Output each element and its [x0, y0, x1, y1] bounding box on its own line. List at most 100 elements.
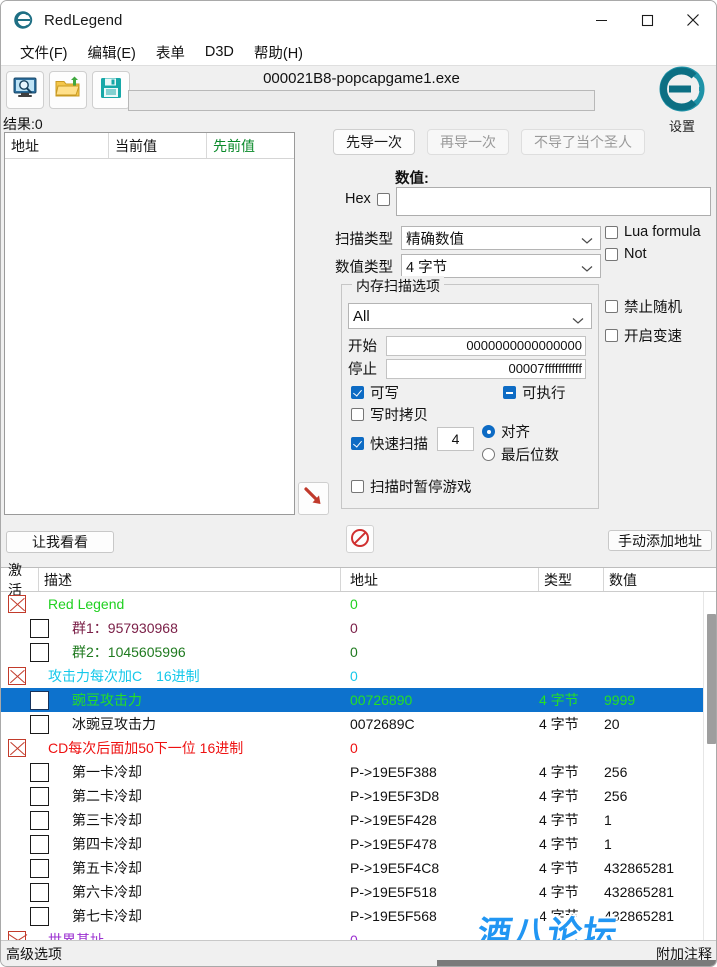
- window-controls: [578, 1, 716, 39]
- row-active-cell[interactable]: [1, 858, 49, 878]
- no-random-option[interactable]: 禁止随机: [605, 296, 682, 317]
- menu-d3d[interactable]: D3D: [195, 42, 244, 62]
- lua-formula-option[interactable]: Lua formula: [605, 224, 701, 240]
- col-active[interactable]: 激活: [1, 562, 39, 598]
- results-col-previous[interactable]: 先前值: [207, 133, 294, 158]
- settings-button[interactable]: 设置: [652, 66, 712, 135]
- executable-option[interactable]: 可执行: [503, 382, 566, 403]
- row-description: CD每次后面加50下一位 16进制: [48, 740, 244, 756]
- table-row[interactable]: 第五卡冷却 P->19E5F4C8 4 字节 432865281: [1, 856, 716, 880]
- group-collapse-icon[interactable]: [8, 595, 26, 613]
- copy-on-write-option[interactable]: 写时拷贝: [351, 404, 428, 425]
- executable-checkbox[interactable]: [503, 386, 516, 399]
- speedhack-checkbox[interactable]: [605, 329, 618, 342]
- row-active-cell[interactable]: [1, 739, 39, 757]
- table-row[interactable]: 群2：1045605996 0: [1, 640, 716, 664]
- row-active-cell[interactable]: [1, 786, 49, 806]
- scan-value-input[interactable]: [396, 187, 711, 216]
- writable-checkbox[interactable]: [351, 386, 364, 399]
- start-address-input[interactable]: 0000000000000000: [386, 335, 586, 356]
- results-col-address[interactable]: 地址: [5, 133, 109, 158]
- menu-edit[interactable]: 编辑(E): [78, 40, 146, 65]
- group-collapse-icon[interactable]: [8, 739, 26, 757]
- not-checkbox[interactable]: [605, 247, 618, 261]
- open-file-button[interactable]: [49, 70, 87, 109]
- manual-add-address-button[interactable]: 手动添加地址: [608, 530, 712, 551]
- alignment-option[interactable]: 对齐: [482, 421, 530, 442]
- let-me-look-button[interactable]: 让我看看: [6, 531, 114, 553]
- row-address: P->19E5F428: [350, 812, 437, 828]
- fast-scan-value-input[interactable]: 4: [437, 427, 474, 451]
- row-active-cell[interactable]: [1, 690, 49, 710]
- scrollbar-thumb[interactable]: [707, 614, 716, 744]
- first-scan-button[interactable]: 先导一次: [333, 129, 415, 155]
- table-row[interactable]: 第一卡冷却 P->19E5F388 4 字节 256: [1, 760, 716, 784]
- row-active-cell[interactable]: [1, 618, 49, 638]
- table-row[interactable]: 豌豆攻击力 00726890 4 字节 9999: [1, 688, 716, 712]
- menu-table[interactable]: 表单: [146, 40, 195, 65]
- maximize-button[interactable]: [624, 1, 670, 39]
- table-row[interactable]: 冰豌豆攻击力 0072689C 4 字节 20: [1, 712, 716, 736]
- hex-option[interactable]: Hex: [345, 191, 390, 207]
- not-option[interactable]: Not: [605, 246, 701, 262]
- col-description[interactable]: 描述: [39, 568, 341, 591]
- table-row[interactable]: 第四卡冷却 P->19E5F478 4 字节 1: [1, 832, 716, 856]
- table-row[interactable]: CD每次后面加50下一位 16进制 0: [1, 736, 716, 760]
- fast-scan-option[interactable]: 快速扫描: [351, 433, 428, 454]
- hscroll-thumb[interactable]: [437, 960, 716, 966]
- speedhack-option[interactable]: 开启变速: [605, 325, 682, 346]
- pause-game-option[interactable]: 扫描时暂停游戏: [351, 476, 472, 497]
- horizontal-scrollbar[interactable]: [1, 960, 716, 966]
- stop-address-input[interactable]: 00007fffffffffff: [386, 358, 586, 379]
- row-active-cell[interactable]: [1, 595, 39, 613]
- copy-on-write-checkbox[interactable]: [351, 408, 364, 421]
- lua-formula-checkbox[interactable]: [605, 225, 618, 239]
- address-table-body[interactable]: Red Legend 0 群1：957930968 0 群2：1045605996 0 攻击…: [1, 592, 716, 941]
- open-process-button[interactable]: [6, 70, 44, 109]
- next-scan-button[interactable]: 再导一次: [427, 129, 509, 155]
- row-active-cell[interactable]: [1, 882, 49, 902]
- col-value[interactable]: 数值: [604, 568, 714, 591]
- row-active-cell[interactable]: [1, 762, 49, 782]
- move-to-table-button[interactable]: [298, 482, 329, 515]
- stop-scan-button[interactable]: [346, 525, 374, 553]
- scan-type-select[interactable]: 精确数值: [401, 226, 601, 250]
- writable-option[interactable]: 可写: [351, 382, 399, 403]
- results-list[interactable]: 地址 当前值 先前值: [4, 132, 295, 515]
- menu-help[interactable]: 帮助(H): [244, 40, 313, 65]
- last-digits-option[interactable]: 最后位数: [482, 444, 559, 465]
- table-row[interactable]: Red Legend 0: [1, 592, 716, 616]
- table-row[interactable]: 群1：957930968 0: [1, 616, 716, 640]
- memory-region-select[interactable]: All: [348, 303, 592, 329]
- row-address: 0072689C: [350, 716, 415, 732]
- row-active-cell[interactable]: [1, 642, 49, 662]
- hex-checkbox[interactable]: [376, 192, 390, 206]
- address-table-scrollbar[interactable]: [703, 592, 716, 941]
- row-active-cell[interactable]: [1, 834, 49, 854]
- table-row[interactable]: 第二卡冷却 P->19E5F3D8 4 字节 256: [1, 784, 716, 808]
- col-address[interactable]: 地址: [341, 568, 539, 591]
- table-row[interactable]: 攻击力每次加C 16进制 0: [1, 664, 716, 688]
- results-count: 结果:0: [3, 116, 43, 132]
- row-address: P->19E5F478: [350, 836, 437, 852]
- group-collapse-icon[interactable]: [8, 667, 26, 685]
- close-button[interactable]: [670, 1, 716, 39]
- row-active-cell[interactable]: [1, 714, 49, 734]
- fast-scan-checkbox[interactable]: [351, 437, 364, 450]
- undo-scan-button[interactable]: 不导了当个圣人: [521, 129, 645, 155]
- results-col-current[interactable]: 当前值: [109, 133, 207, 158]
- row-active-cell[interactable]: [1, 810, 49, 830]
- no-random-checkbox[interactable]: [605, 300, 618, 313]
- alignment-radio[interactable]: [482, 425, 495, 438]
- row-active-cell[interactable]: [1, 906, 49, 926]
- menu-file[interactable]: 文件(F): [10, 40, 78, 65]
- table-row[interactable]: 第三卡冷却 P->19E5F428 4 字节 1: [1, 808, 716, 832]
- pause-game-checkbox[interactable]: [351, 480, 364, 493]
- row-active-cell[interactable]: [1, 667, 39, 685]
- save-file-button[interactable]: [92, 70, 130, 109]
- last-digits-radio[interactable]: [482, 448, 495, 461]
- minimize-button[interactable]: [578, 1, 624, 39]
- table-row[interactable]: 第六卡冷却 P->19E5F518 4 字节 432865281: [1, 880, 716, 904]
- col-type[interactable]: 类型: [539, 568, 604, 591]
- value-type-select[interactable]: 4 字节: [401, 254, 601, 278]
